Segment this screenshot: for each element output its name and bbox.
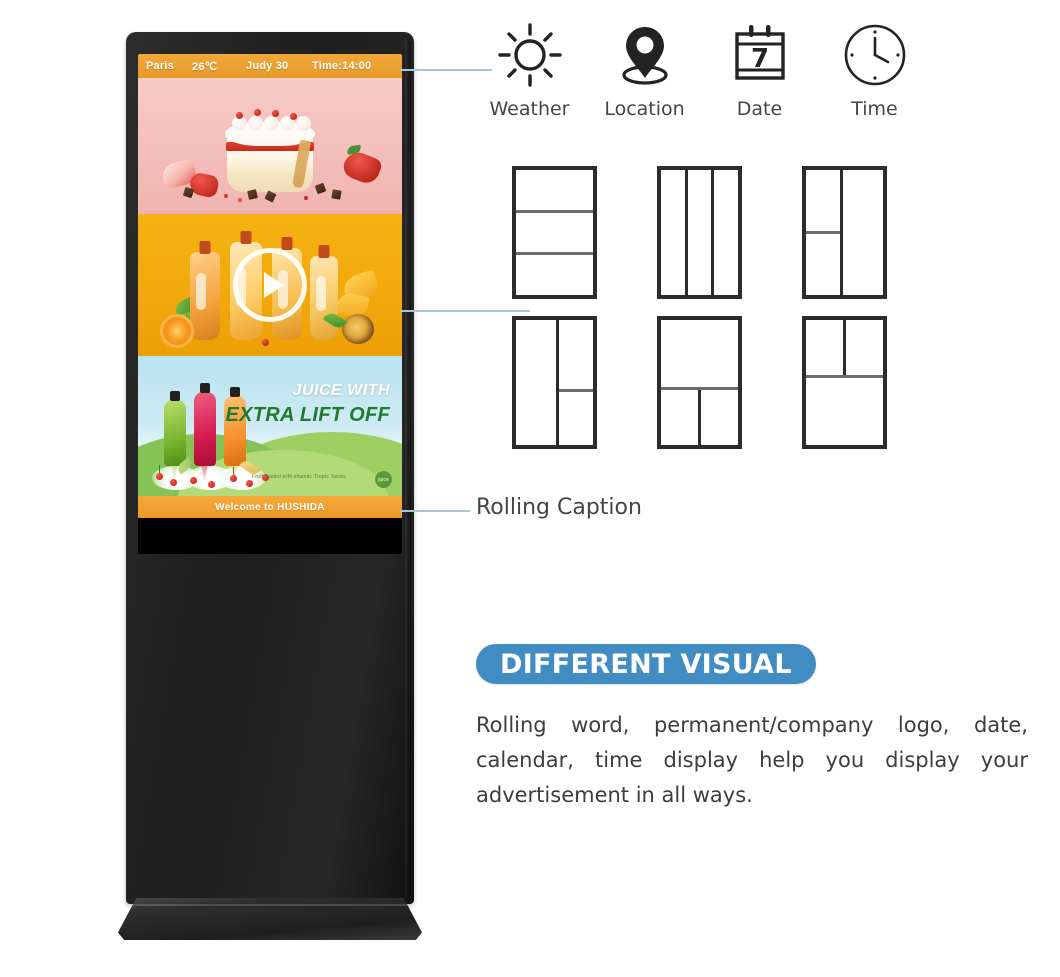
juice-subtitle: Fruit loaded with vitamin. Tropic Juices <box>252 474 346 480</box>
headline-badge: DIFFERENT VISUAL <box>476 644 816 684</box>
kiosk-base <box>118 898 422 940</box>
sprinkle <box>238 198 242 202</box>
layout-option-left-full-right-split[interactable] <box>512 316 597 449</box>
layout-option-left-split-right-full[interactable] <box>802 166 887 299</box>
juice-bottle <box>310 256 338 340</box>
feature-date: 7 Date <box>702 20 817 120</box>
feature-time: Time <box>817 20 932 120</box>
kiosk-base-shape <box>118 898 422 940</box>
status-temperature: 26℃ <box>192 60 218 73</box>
cake-swirl <box>296 116 311 131</box>
strawberry <box>188 171 220 199</box>
rolling-caption-bar: Welcome to HUSHIDA <box>138 496 402 518</box>
sprinkle <box>304 196 308 200</box>
connector-line-layouts <box>400 310 530 312</box>
feature-label: Location <box>604 98 685 120</box>
play-triangle <box>263 272 284 298</box>
cake-swirl <box>248 116 263 131</box>
passion-fruit <box>342 314 374 344</box>
status-time: Time:14:00 <box>312 60 372 72</box>
feature-label: Date <box>736 98 783 120</box>
berry <box>246 480 253 487</box>
chocolate-chunk <box>314 182 327 195</box>
body-description: Rolling word, permanent/company logo, da… <box>476 713 1028 807</box>
panel-video-advertisement[interactable] <box>138 214 402 356</box>
berry <box>170 479 177 486</box>
juice-headline-line1: JUICE WITH <box>292 382 390 399</box>
connector-line-rolling-caption <box>400 510 470 512</box>
sprinkle <box>224 194 228 198</box>
layout-option-top-full-bottom-split[interactable] <box>657 316 742 449</box>
chocolate-chunk <box>247 189 258 200</box>
feature-location: Location <box>587 20 702 120</box>
cake-cherry <box>290 113 297 120</box>
layout-option-three-columns[interactable] <box>657 166 742 299</box>
layout-option-top-split-bottom-full[interactable] <box>802 316 887 449</box>
sun-icon <box>497 20 563 90</box>
map-pin-icon <box>614 20 676 90</box>
orange-slice <box>160 314 194 348</box>
chocolate-chunk <box>264 190 277 203</box>
split-screen-layout-options <box>512 166 912 466</box>
panel-juice-advertisement[interactable]: JUICE WITH EXTRA LIFT OFF Fruit loaded w… <box>138 356 402 496</box>
berry <box>156 473 163 480</box>
kiosk-screen[interactable]: Paris 26℃ Judy 30 Time:14:00 JUICE WITH … <box>138 54 402 554</box>
feature-label: Time <box>851 98 898 120</box>
clock-icon <box>842 20 908 90</box>
status-bar: Paris 26℃ Judy 30 Time:14:00 <box>138 54 402 78</box>
juice-bottle <box>190 252 220 340</box>
juice-bottle-rocket <box>164 400 186 466</box>
rolling-caption-callout-label: Rolling Caption <box>476 495 642 520</box>
status-city: Paris <box>146 60 174 72</box>
calendar-icon: 7 <box>729 20 791 90</box>
cake-cherry <box>254 109 261 116</box>
play-icon[interactable] <box>233 248 307 322</box>
berry <box>230 475 237 482</box>
cake-cherry <box>236 112 243 119</box>
berry-stem <box>159 465 160 474</box>
berry <box>190 477 197 484</box>
juice-headline-line2: EXTRA LIFT OFF <box>225 404 390 426</box>
strawberry <box>340 148 384 187</box>
feature-icon-row: Weather Location 7 Date Time <box>472 20 932 120</box>
calendar-day: 7 <box>750 44 768 74</box>
digital-signage-kiosk: Paris 26℃ Judy 30 Time:14:00 JUICE WITH … <box>118 32 422 940</box>
cake-cherry <box>272 110 279 117</box>
chocolate-chunk <box>182 186 195 199</box>
cake-swirl <box>264 116 279 131</box>
berry-stem <box>233 467 234 476</box>
chocolate-chunk <box>331 189 342 200</box>
juice-brand-logo: juice <box>375 471 392 488</box>
feature-weather: Weather <box>472 20 587 120</box>
berry <box>208 481 215 488</box>
status-date: Judy 30 <box>246 60 289 72</box>
feature-label: Weather <box>489 98 570 120</box>
berry <box>262 339 269 346</box>
juice-bottle-rocket <box>194 392 216 466</box>
panel-cake-advertisement[interactable] <box>138 78 402 214</box>
layout-option-three-rows[interactable] <box>512 166 597 299</box>
